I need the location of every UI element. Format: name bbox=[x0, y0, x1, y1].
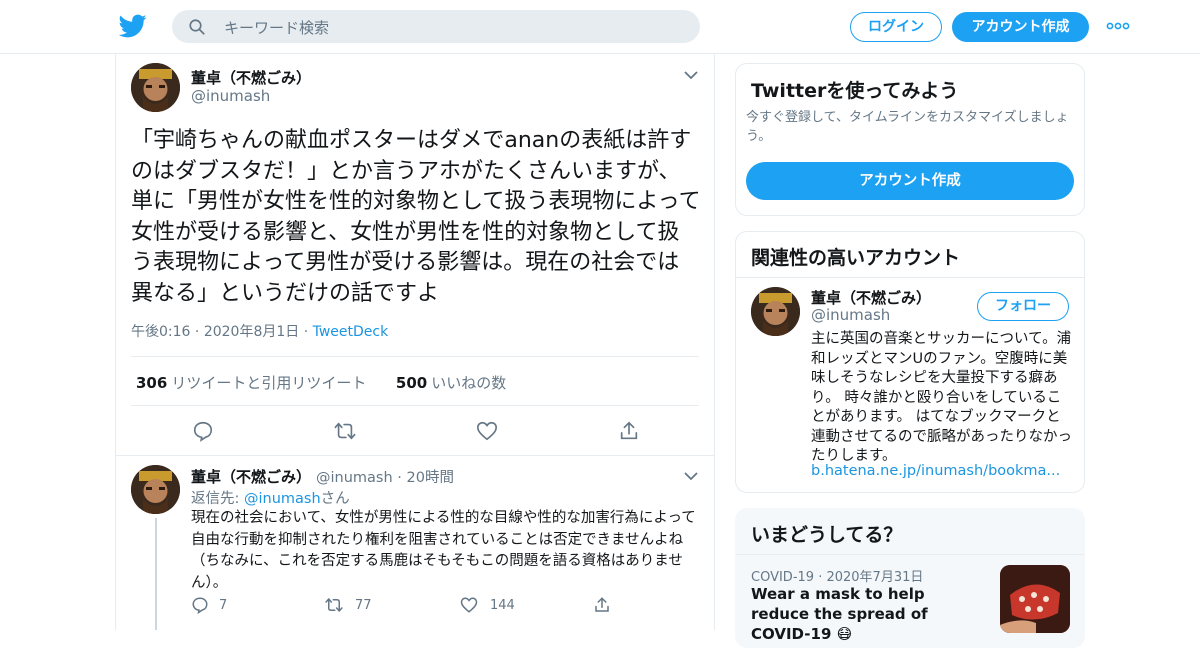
like-heart-icon[interactable] bbox=[476, 420, 498, 442]
trend-title-link[interactable]: Wear a mask to help reduce the spread of… bbox=[751, 584, 986, 644]
search-placeholder: キーワード検索 bbox=[224, 19, 330, 37]
related-accounts-card: 関連性の高いアカウント 董卓（不燃ごみ） @inumash フォロー 主に英国の… bbox=[735, 231, 1085, 493]
tweet-actions bbox=[116, 420, 714, 442]
account-bio: 主に英国の音楽とサッカーについて。浦和レッズとマンUのファン。空腹時に美味しそう… bbox=[811, 331, 1072, 464]
top-navigation-bar: キーワード検索 ログイン アカウント作成 bbox=[0, 0, 1200, 54]
signup-promo-card: Twitterを使ってみよう 今すぐ登録して、タイムラインをカスタマイズしましょ… bbox=[735, 63, 1085, 216]
thread-line bbox=[155, 518, 157, 630]
mask-photo-image bbox=[1000, 565, 1070, 633]
tweet-source-link[interactable]: TweetDeck bbox=[313, 324, 389, 340]
avatar-image bbox=[131, 465, 180, 514]
avatar-image bbox=[131, 63, 180, 112]
search-box[interactable]: キーワード検索 bbox=[172, 10, 700, 43]
account-handle[interactable]: @inumash bbox=[811, 306, 890, 324]
reply-tweet[interactable]: 董卓（不燃ごみ） @inumash · 20時間 返信先: @inumashさん… bbox=[116, 456, 714, 630]
tweet-time[interactable]: 午後0:16 bbox=[131, 324, 190, 340]
tweet-text: 「宇崎ちゃんの献血ポスターはダメでananの表紙は許すのはダブスタだ！」とか言う… bbox=[131, 128, 701, 306]
chevron-down-icon[interactable] bbox=[684, 471, 698, 481]
retweet-icon[interactable] bbox=[325, 596, 343, 614]
likes-count: 500 bbox=[395, 374, 428, 392]
trends-card: いまどうしてる？ COVID-19 · 2020年7月31日 Wear a ma… bbox=[735, 508, 1085, 648]
like-heart-icon[interactable] bbox=[460, 596, 478, 614]
retweets-stat[interactable]: 306 リツイートと引用リツイート bbox=[136, 374, 366, 392]
account-name[interactable]: 董卓（不燃ごみ） bbox=[811, 287, 931, 308]
like-count: 144 bbox=[490, 598, 515, 613]
divider bbox=[736, 277, 1084, 278]
retweet-count: 77 bbox=[355, 598, 372, 613]
author-handle[interactable]: @inumash bbox=[316, 470, 393, 486]
trend-category: COVID-19 bbox=[751, 570, 815, 585]
author-name[interactable]: 董卓（不燃ごみ） bbox=[191, 466, 311, 487]
reply-to-suffix: さん bbox=[320, 491, 350, 507]
divider bbox=[131, 356, 699, 357]
signup-button[interactable]: アカウント作成 bbox=[952, 12, 1089, 42]
login-button[interactable]: ログイン bbox=[850, 12, 942, 42]
card-title: いまどうしてる？ bbox=[751, 524, 903, 546]
divider bbox=[131, 405, 699, 406]
share-icon[interactable] bbox=[618, 420, 640, 442]
avatar-image bbox=[751, 287, 800, 336]
likes-stat[interactable]: 500 いいねの数 bbox=[396, 374, 506, 392]
retweets-count: 306 bbox=[136, 374, 168, 392]
tweet-age[interactable]: 20時間 bbox=[407, 470, 454, 486]
signup-cta-button[interactable]: アカウント作成 bbox=[746, 162, 1074, 200]
reply-to-handle-link[interactable]: @inumash bbox=[244, 491, 321, 507]
author-handle[interactable]: @inumash bbox=[191, 87, 270, 105]
author-handle-and-age: @inumash · 20時間 bbox=[316, 470, 454, 486]
reply-to-prefix: 返信先: bbox=[191, 491, 244, 507]
avatar[interactable] bbox=[131, 63, 180, 112]
share-icon[interactable] bbox=[593, 596, 611, 614]
reply-count: 7 bbox=[219, 598, 228, 613]
reply-to-line: 返信先: @inumashさん bbox=[191, 487, 350, 508]
retweets-label: リツイートと引用リツイート bbox=[171, 374, 367, 392]
likes-label: いいねの数 bbox=[431, 374, 507, 392]
follow-button[interactable]: フォロー bbox=[977, 292, 1069, 321]
reply-actions: 7 77 144 bbox=[191, 596, 651, 616]
reply-icon[interactable] bbox=[192, 420, 214, 442]
chevron-down-icon[interactable] bbox=[684, 70, 698, 80]
meta-separator: · bbox=[194, 324, 204, 340]
card-title: 関連性の高いアカウント bbox=[751, 247, 961, 269]
retweet-icon[interactable] bbox=[334, 420, 356, 442]
avatar[interactable] bbox=[751, 287, 800, 336]
card-title: Twitterを使ってみよう bbox=[751, 80, 959, 102]
account-url-link[interactable]: b.hatena.ne.jp/inumash/bookma... bbox=[811, 463, 1060, 479]
trend-meta: COVID-19 · 2020年7月31日 bbox=[751, 566, 923, 585]
divider bbox=[736, 554, 1084, 555]
tweet-meta: 午後0:16 · 2020年8月1日 · TweetDeck bbox=[131, 321, 388, 341]
meta-separator: · bbox=[303, 324, 313, 340]
tweet-date[interactable]: 2020年8月1日 bbox=[204, 324, 299, 340]
search-icon bbox=[189, 19, 205, 35]
tweet-stats: 306 リツイートと引用リツイート 500 いいねの数 bbox=[136, 372, 506, 393]
author-name[interactable]: 董卓（不燃ごみ） bbox=[191, 67, 311, 88]
trend-date: 2020年7月31日 bbox=[826, 570, 924, 585]
card-subtitle: 今すぐ登録して、タイムラインをカスタマイズしましょう。 bbox=[746, 110, 1069, 144]
tweet-timeline: 董卓（不燃ごみ） @inumash 「宇崎ちゃんの献血ポスターはダメでananの… bbox=[115, 54, 715, 630]
more-options-icon[interactable] bbox=[1106, 18, 1130, 34]
reply-icon[interactable] bbox=[191, 596, 209, 614]
reply-text: 現在の社会において、女性が男性による性的な目線や性的な加害行為によって自由な行動… bbox=[191, 510, 696, 591]
trend-thumbnail[interactable] bbox=[1000, 565, 1070, 633]
avatar[interactable] bbox=[131, 465, 180, 514]
twitter-bird-logo-icon[interactable] bbox=[119, 12, 147, 40]
